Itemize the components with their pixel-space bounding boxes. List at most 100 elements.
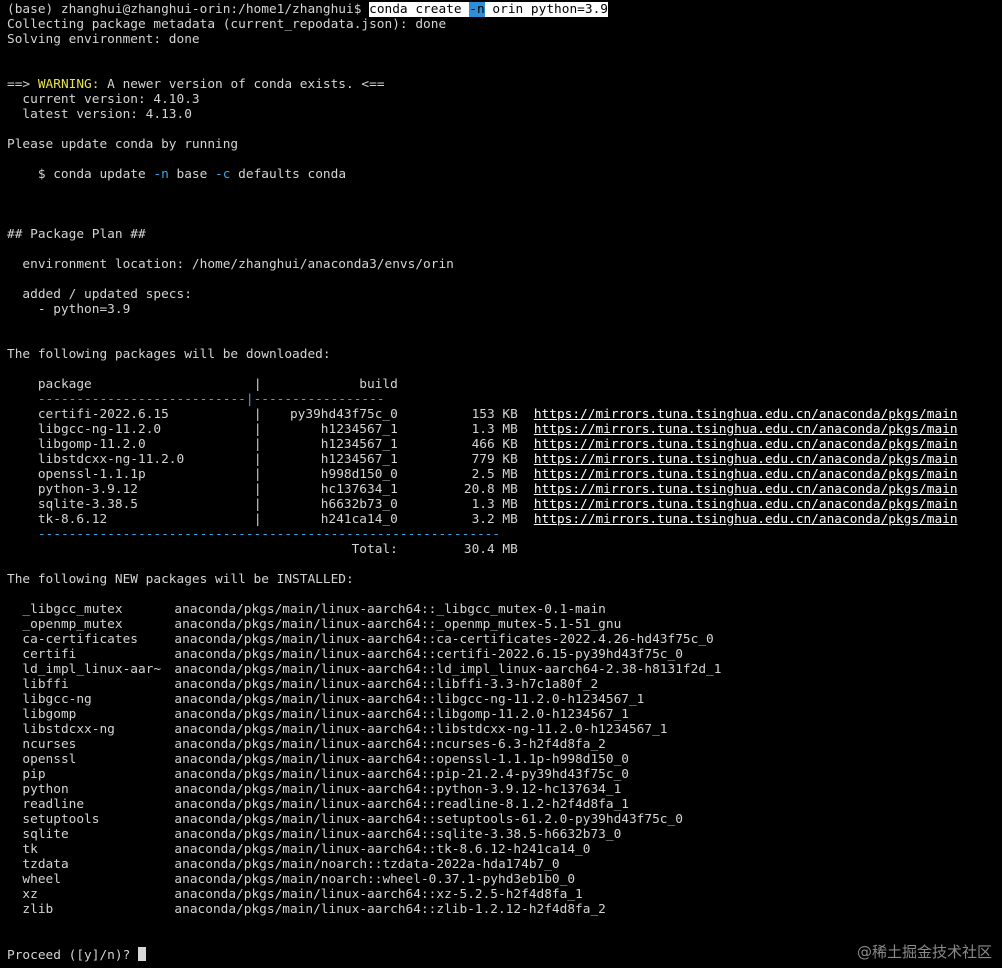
install-package-source: anaconda/pkgs/main/linux-aarch64::tk-8.6… [174, 842, 591, 857]
command-flag: -n [469, 2, 485, 17]
download-package: sqlite-3.38.5 [37, 497, 138, 512]
collecting-line: Collecting package metadata (current_rep… [7, 17, 447, 32]
install-package-source: anaconda/pkgs/main/linux-aarch64::openss… [174, 752, 629, 767]
download-package: tk-8.6.12 [37, 512, 108, 527]
download-url-link[interactable]: https://mirrors.tuna.tsinghua.edu.cn/ana… [534, 407, 958, 422]
total-size: 30.4 MB [463, 542, 518, 557]
install-package-source: anaconda/pkgs/main/linux-aarch64::setupt… [174, 812, 683, 827]
download-header-row: package | build [37, 377, 398, 392]
column-separator: | [253, 422, 262, 437]
download-url-link[interactable]: https://mirrors.tuna.tsinghua.edu.cn/ana… [534, 452, 958, 467]
install-package-name: libgomp [22, 707, 77, 722]
download-total-row: Total: 30.4 MB [7, 542, 1002, 557]
terminal-window[interactable]: (base) zhanghui@zhanghui-orin:/home1/zha… [0, 0, 1002, 968]
download-size: 2.5 MB [471, 467, 518, 482]
install-row: xz anaconda/pkgs/main/linux-aarch64::xz-5… [7, 887, 1002, 902]
download-url-link[interactable]: https://mirrors.tuna.tsinghua.edu.cn/ana… [534, 482, 958, 497]
download-table: certifi-2022.6.15 | py39hd43f75c_0 153 KB ht… [7, 407, 1002, 527]
download-url-link[interactable]: https://mirrors.tuna.tsinghua.edu.cn/ana… [534, 497, 958, 512]
col-build-header: build [359, 377, 398, 392]
download-row: libgcc-ng-11.2.0 | h1234567_1 1.3 MB https:/… [7, 422, 1002, 437]
install-package-name: tzdata [22, 857, 69, 872]
install-row: libffi anaconda/pkgs/main/linux-aarch64::… [7, 677, 1002, 692]
latest-version-line: latest version: 4.13.0 [7, 107, 192, 122]
prompt-line: (base) zhanghui@zhanghui-orin:/home1/zha… [7, 2, 1002, 17]
install-package-name: _openmp_mutex [22, 617, 123, 632]
col-package-header: package [37, 377, 92, 392]
install-row: libgcc-ng anaconda/pkgs/main/linux-aarch6… [7, 692, 1002, 707]
download-title-line: The following packages will be downloade… [7, 347, 331, 362]
download-url-link[interactable]: https://mirrors.tuna.tsinghua.edu.cn/ana… [534, 422, 958, 437]
install-row: ncurses anaconda/pkgs/main/linux-aarch64:… [7, 737, 1002, 752]
download-url-link[interactable]: https://mirrors.tuna.tsinghua.edu.cn/ana… [534, 467, 958, 482]
install-package-source: anaconda/pkgs/main/noarch::tzdata-2022a-… [174, 857, 560, 872]
download-size: 779 KB [471, 452, 518, 467]
install-package-source: anaconda/pkgs/main/linux-aarch64::libgom… [174, 707, 629, 722]
environment-location-line: environment location: /home/zhanghui/ana… [7, 257, 454, 272]
install-row: wheel anaconda/pkgs/main/noarch::wheel-0.… [7, 872, 1002, 887]
install-row: sqlite anaconda/pkgs/main/linux-aarch64::… [7, 827, 1002, 842]
install-row: ld_impl_linux-aar~ anaconda/pkgs/main/lin… [7, 662, 1002, 677]
download-build: h241ca14_0 [320, 512, 398, 527]
update-flag-c: -c [215, 167, 231, 182]
install-package-source: anaconda/pkgs/main/linux-aarch64::pip-21… [174, 767, 629, 782]
download-row: libstdcxx-ng-11.2.0 | h1234567_1 779 KB http… [7, 452, 1002, 467]
install-package-name: ca-certificates [22, 632, 138, 647]
watermark: @稀土掘金技术社区 [856, 943, 992, 961]
download-package: python-3.9.12 [37, 482, 138, 497]
solving-line: Solving environment: done [7, 32, 200, 47]
install-package-source: anaconda/pkgs/main/linux-aarch64::libstd… [174, 722, 668, 737]
install-package-name: xz [22, 887, 38, 902]
total-label: Total: [351, 542, 398, 557]
install-package-source: anaconda/pkgs/main/noarch::wheel-0.37.1-… [174, 872, 576, 887]
download-url-link[interactable]: https://mirrors.tuna.tsinghua.edu.cn/ana… [534, 437, 958, 452]
download-build: h998d150_0 [320, 467, 398, 482]
install-package-source: anaconda/pkgs/main/linux-aarch64::ncurse… [174, 737, 606, 752]
download-build: h6632b73_0 [320, 497, 398, 512]
install-package-source: anaconda/pkgs/main/linux-aarch64::python… [174, 782, 622, 797]
download-row: tk-8.6.12 | h241ca14_0 3.2 MB https://mirror… [7, 512, 1002, 527]
download-package: libstdcxx-ng-11.2.0 [37, 452, 185, 467]
download-url-link[interactable]: https://mirrors.tuna.tsinghua.edu.cn/ana… [534, 512, 958, 527]
install-package-source: anaconda/pkgs/main/linux-aarch64::ld_imp… [174, 662, 722, 677]
download-build: hc137634_1 [320, 482, 398, 497]
install-row: _libgcc_mutex anaconda/pkgs/main/linux-aa… [7, 602, 1002, 617]
spec-line: - python=3.9 [7, 302, 131, 317]
install-row: tzdata anaconda/pkgs/main/noarch::tzdata-… [7, 857, 1002, 872]
install-row: libgomp anaconda/pkgs/main/linux-aarch64:… [7, 707, 1002, 722]
install-row: ca-certificates anaconda/pkgs/main/linux-… [7, 632, 1002, 647]
install-row: python anaconda/pkgs/main/linux-aarch64::… [7, 782, 1002, 797]
install-package-name: certifi [22, 647, 77, 662]
proceed-prompt: Proceed ([y]/n)? [7, 948, 138, 962]
download-row: sqlite-3.38.5 | h6632b73_0 1.3 MB https://mi… [7, 497, 1002, 512]
install-row: zlib anaconda/pkgs/main/linux-aarch64::zl… [7, 902, 1002, 917]
install-package-name: setuptools [22, 812, 100, 827]
download-row: certifi-2022.6.15 | py39hd43f75c_0 153 KB ht… [7, 407, 1002, 422]
column-separator: | [253, 437, 262, 452]
install-package-name: readline [22, 797, 85, 812]
install-row: readline anaconda/pkgs/main/linux-aarch64… [7, 797, 1002, 812]
please-update-line: Please update conda by running [7, 137, 239, 152]
current-version-line: current version: 4.10.3 [7, 92, 200, 107]
command-selected-text[interactable]: conda create -n orin python=3.9 [369, 2, 608, 17]
download-package: libgomp-11.2.0 [37, 437, 146, 452]
install-package-source: anaconda/pkgs/main/linux-aarch64::readli… [174, 797, 629, 812]
install-list: _libgcc_mutex anaconda/pkgs/main/linux-aa… [7, 602, 1002, 917]
download-row: python-3.9.12 | hc137634_1 20.8 MB https://m… [7, 482, 1002, 497]
column-separator: | [253, 497, 262, 512]
download-size: 20.8 MB [463, 482, 518, 497]
install-package-name: zlib [22, 902, 54, 917]
column-separator: | [253, 407, 262, 422]
install-row: libstdcxx-ng anaconda/pkgs/main/linux-aar… [7, 722, 1002, 737]
install-row: openssl anaconda/pkgs/main/linux-aarch64:… [7, 752, 1002, 767]
install-package-name: libgcc-ng [22, 692, 92, 707]
install-package-name: pip [22, 767, 46, 782]
proceed-prompt-line[interactable]: Proceed ([y]/n)? [7, 947, 1002, 962]
install-package-name: libffi [22, 677, 69, 692]
install-row: _openmp_mutex anaconda/pkgs/main/linux-aa… [7, 617, 1002, 632]
download-total-rule: ----------------------------------------… [37, 527, 501, 542]
install-package-source: anaconda/pkgs/main/linux-aarch64::libffi… [174, 677, 599, 692]
install-package-source: anaconda/pkgs/main/linux-aarch64::zlib-1… [174, 902, 606, 917]
install-package-source: anaconda/pkgs/main/linux-aarch64::_libgc… [174, 602, 606, 617]
install-package-source: anaconda/pkgs/main/linux-aarch64::certif… [174, 647, 683, 662]
